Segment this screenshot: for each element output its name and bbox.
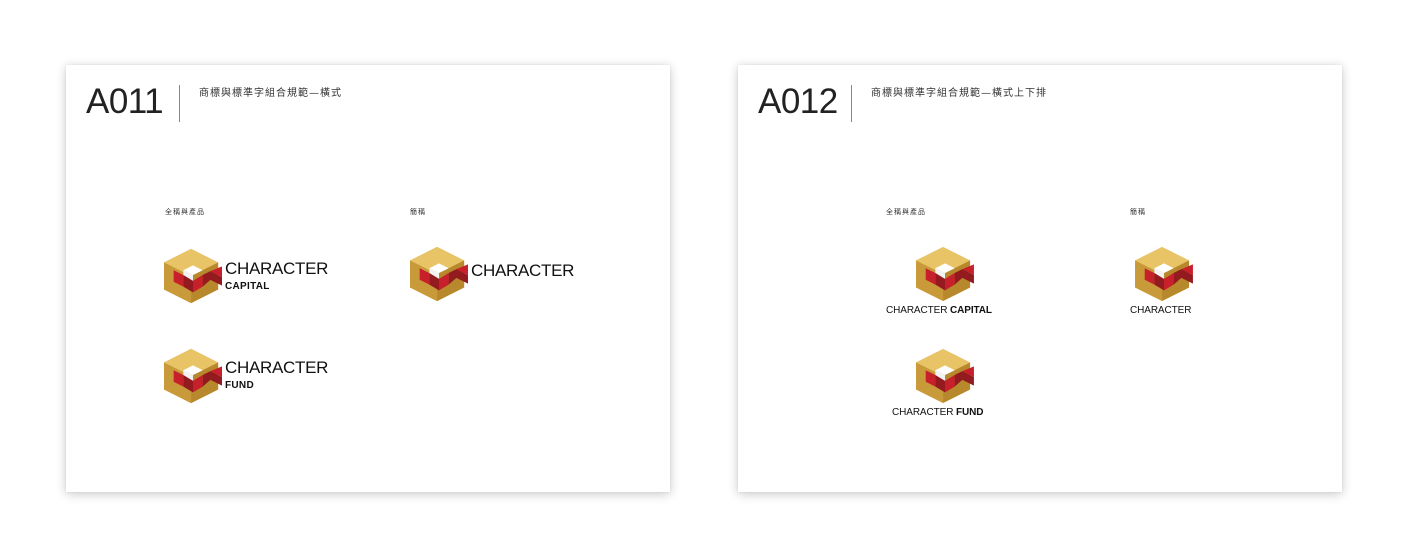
lockup-character-fund: CHARACTER FUND bbox=[164, 348, 344, 404]
lockup-character-short: CHARACTER bbox=[410, 246, 590, 302]
label-full-name: 全稱與產品 bbox=[165, 208, 205, 216]
title-divider bbox=[179, 85, 180, 122]
title-divider bbox=[851, 85, 852, 122]
character-logo-icon bbox=[164, 348, 222, 404]
character-logo-icon bbox=[1135, 247, 1193, 301]
page-code: A012 bbox=[758, 82, 838, 121]
label-full-name: 全稱與產品 bbox=[886, 208, 926, 216]
spec-card-a011: A011 商標與標準字組合規範—橫式 全稱與產品 簡稱 CHARACTER CA… bbox=[66, 65, 670, 492]
lockup-character-short-stacked: CHARACTER bbox=[1123, 247, 1203, 319]
wordmark-main: CHARACTER bbox=[225, 358, 329, 377]
label-short-name: 簡稱 bbox=[410, 208, 426, 216]
lockup-character-capital: CHARACTER CAPITAL bbox=[164, 248, 344, 304]
label-short-name: 簡稱 bbox=[1130, 208, 1146, 216]
wordmark-line: CHARACTER CAPITAL bbox=[886, 305, 992, 316]
lockup-character-fund-stacked: CHARACTER FUND bbox=[878, 349, 1008, 421]
character-logo-icon bbox=[164, 248, 222, 304]
character-logo-icon bbox=[916, 349, 974, 403]
lockup-character-capital-stacked: CHARACTER CAPITAL bbox=[878, 247, 1008, 319]
character-logo-icon bbox=[410, 246, 468, 302]
wordmark-line: CHARACTER FUND bbox=[892, 407, 984, 418]
wordmark-sub: FUND bbox=[225, 380, 254, 391]
character-logo-icon bbox=[916, 247, 974, 301]
wordmark-sub: CAPITAL bbox=[225, 281, 270, 292]
spec-card-a012: A012 商標與標準字組合規範—橫式上下排 全稱與產品 簡稱 CHARACTER… bbox=[738, 65, 1342, 492]
wordmark-line: CHARACTER bbox=[1130, 305, 1192, 316]
wordmark-main: CHARACTER bbox=[471, 261, 575, 280]
page-code: A011 bbox=[86, 82, 164, 121]
page-subtitle: 商標與標準字組合規範—橫式 bbox=[199, 88, 342, 99]
wordmark-main: CHARACTER bbox=[225, 259, 329, 278]
page-subtitle: 商標與標準字組合規範—橫式上下排 bbox=[871, 88, 1047, 99]
